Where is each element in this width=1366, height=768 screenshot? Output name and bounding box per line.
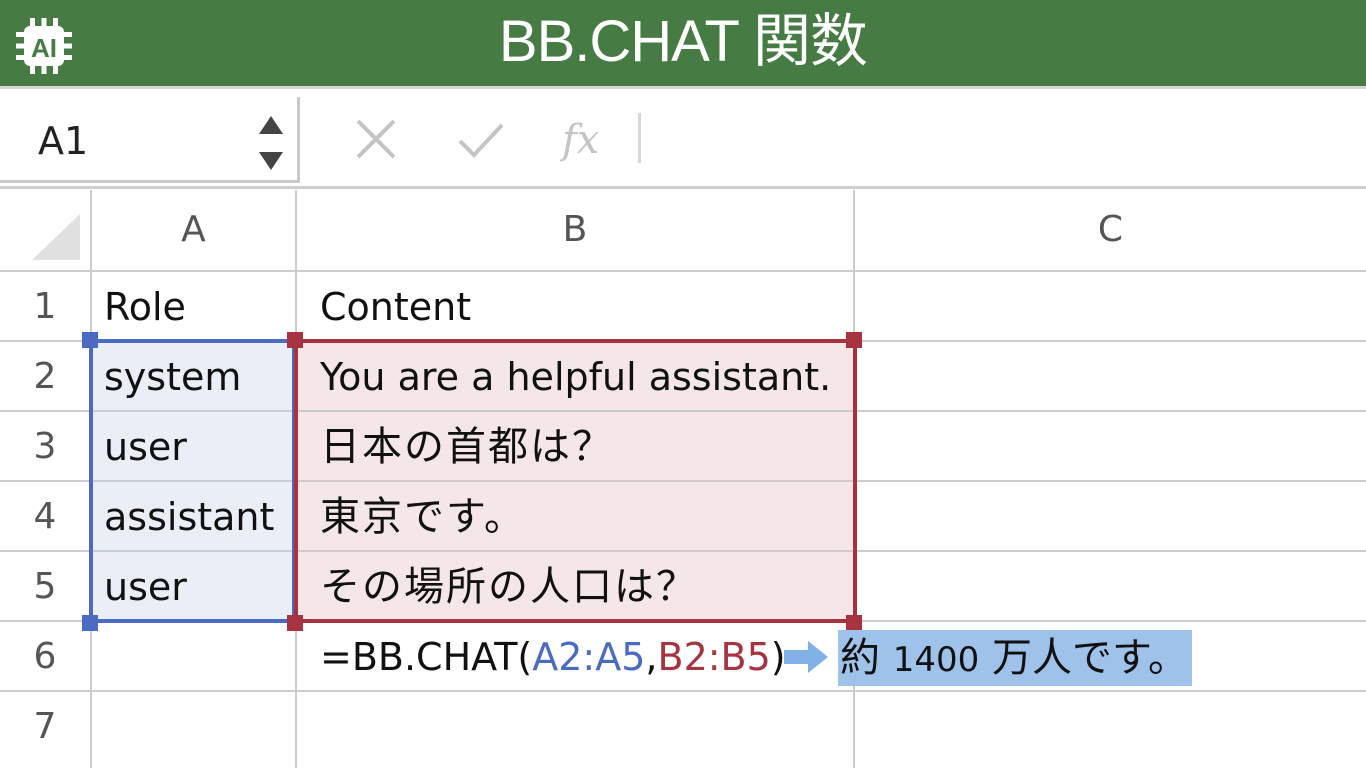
app-title: BB.CHAT 関数 — [498, 9, 868, 74]
arrow-right-icon — [784, 641, 828, 673]
range-b-handle[interactable] — [287, 615, 303, 631]
grid-line — [0, 270, 1366, 272]
formula-comma: , — [645, 635, 658, 679]
cell-a1[interactable]: Role — [104, 272, 186, 342]
row-header-6[interactable]: 6 — [0, 622, 90, 692]
result-text-prefix: 約 — [840, 635, 893, 681]
formula-bar: A1 fx — [0, 89, 1366, 186]
chat-result: 約 1400 万人です。 — [838, 630, 1192, 686]
range-a-handle[interactable] — [82, 615, 98, 631]
select-all-corner[interactable] — [0, 190, 90, 272]
fx-icon[interactable]: fx — [560, 115, 620, 163]
spin-down-icon[interactable] — [256, 149, 286, 173]
row-header-1[interactable]: 1 — [0, 272, 90, 342]
cell-b6-formula[interactable]: =BB.CHAT(A2:A5,B2:B5) — [320, 622, 786, 692]
title-bar: AI BB.CHAT 関数 — [0, 0, 1366, 86]
formula-input[interactable] — [650, 99, 1350, 175]
close-icon[interactable] — [352, 115, 400, 163]
formula-bar-divider — [0, 186, 1366, 189]
row-header-3[interactable]: 3 — [0, 412, 90, 482]
row-header-4[interactable]: 4 — [0, 482, 90, 552]
formula-prefix: =BB.CHAT( — [320, 635, 533, 679]
spreadsheet-grid: A B C 1 2 3 4 5 6 7 Role Content system … — [0, 190, 1366, 768]
formula-separator — [638, 113, 641, 163]
range-b-handle[interactable] — [846, 332, 862, 348]
cell-b1[interactable]: Content — [320, 272, 471, 342]
column-header-b[interactable]: B — [297, 190, 853, 270]
select-all-icon — [32, 214, 80, 260]
svg-text:fx: fx — [560, 117, 599, 163]
range-b-handle[interactable] — [287, 332, 303, 348]
result-text-suffix: 万人です。 — [979, 635, 1188, 681]
range-b-handle[interactable] — [846, 615, 862, 631]
formula-arg-range-a: A2:A5 — [532, 635, 646, 679]
row-header-7[interactable]: 7 — [0, 692, 90, 762]
result-number: 1400 — [892, 640, 980, 680]
spin-up-icon[interactable] — [256, 113, 286, 137]
check-icon[interactable] — [456, 115, 504, 163]
column-header-c[interactable]: C — [855, 190, 1366, 270]
name-box-value: A1 — [38, 119, 89, 163]
formula-arg-range-b: B2:B5 — [657, 635, 771, 679]
row-header-2[interactable]: 2 — [0, 342, 90, 412]
column-header-a[interactable]: A — [92, 190, 295, 270]
name-box[interactable]: A1 — [0, 97, 300, 183]
range-a2-a5-border — [89, 339, 296, 623]
row-header-5[interactable]: 5 — [0, 552, 90, 622]
range-a-handle[interactable] — [82, 332, 98, 348]
range-b2-b5-border — [294, 339, 857, 623]
